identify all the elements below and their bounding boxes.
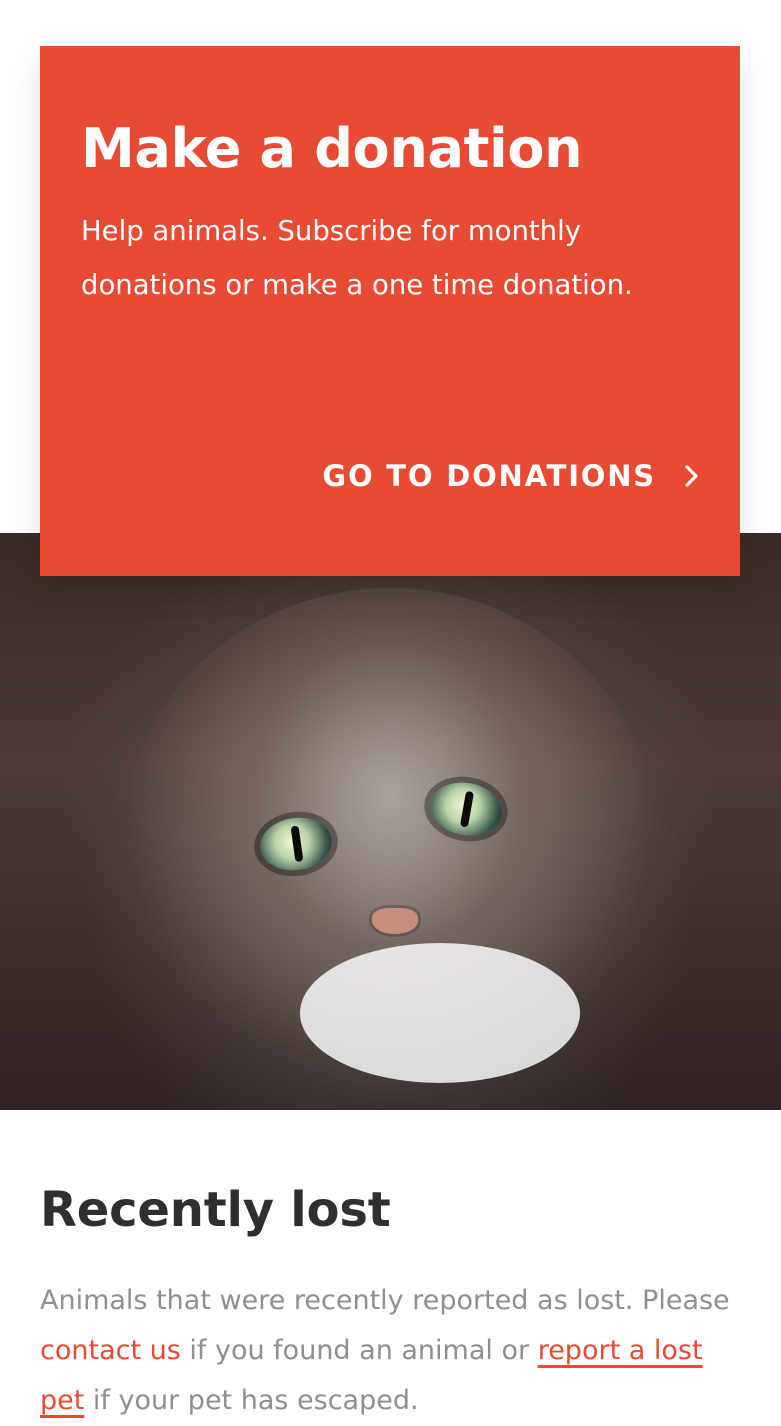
donation-card: Make a donation Help animals. Subscribe … <box>40 46 740 576</box>
recently-lost-text-part1: Animals that were recently reported as l… <box>40 1285 730 1316</box>
cat-chest <box>300 943 580 1083</box>
recently-lost-heading: Recently lost <box>40 1182 391 1238</box>
donation-description: Help animals. Subscribe for monthly dona… <box>81 215 633 301</box>
chevron-right-icon <box>678 463 704 489</box>
hero-cat-image <box>0 533 781 1110</box>
recently-lost-text-part2: if you found an animal or <box>180 1335 538 1366</box>
donation-title: Make a donation <box>81 117 583 180</box>
cat-nose <box>372 908 418 934</box>
recently-lost-section: Recently lost Animals that were recently… <box>40 1178 740 1426</box>
go-to-donations-button[interactable]: GO TO DONATIONS <box>322 459 704 493</box>
recently-lost-text: Animals that were recently reported as l… <box>40 1276 740 1426</box>
contact-us-link[interactable]: contact us <box>40 1335 181 1366</box>
go-to-donations-label: GO TO DONATIONS <box>322 459 656 493</box>
